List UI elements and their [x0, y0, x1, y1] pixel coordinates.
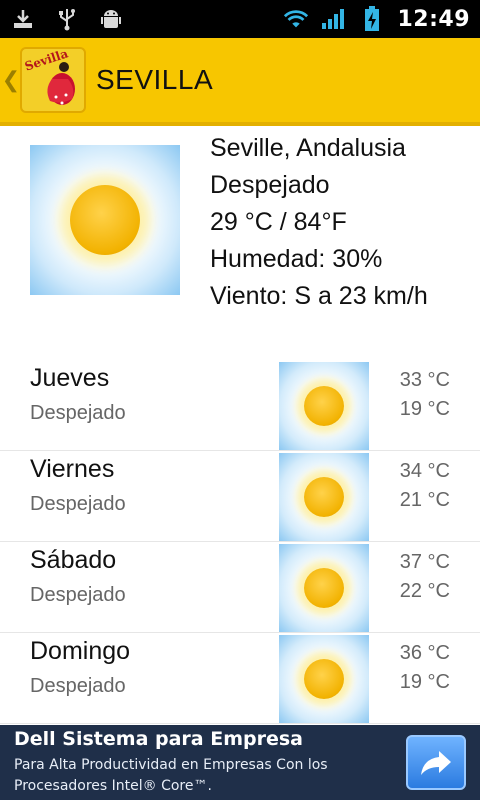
download-icon [10, 6, 36, 32]
forecast-day: Viernes [30, 455, 115, 483]
current-wind: Viento: S a 23 km/h [210, 282, 428, 310]
battery-charging-icon [359, 6, 385, 32]
forecast-low: 21 °C [399, 489, 450, 511]
forecast-temps: 33 °C 19 °C [400, 366, 450, 424]
current-details: Seville, Andalusia Despejado 29 °C / 84°… [210, 130, 475, 315]
forecast-low: 19 °C [399, 398, 450, 420]
forecast-condition: Despejado [30, 584, 126, 606]
sunny-icon [279, 362, 369, 450]
current-condition: Despejado [210, 171, 330, 199]
ad-title: Dell Sistema para Empresa [14, 728, 303, 750]
forecast-condition: Despejado [30, 402, 126, 424]
forecast-row[interactable]: Sábado Despejado 37 °C 22 °C [0, 542, 480, 633]
wifi-icon [283, 6, 309, 32]
signal-icon [321, 6, 347, 32]
status-right-icons: 12:49 [283, 6, 470, 32]
forecast-temps: 34 °C 21 °C [400, 457, 450, 515]
sunny-icon [279, 544, 369, 632]
forecast-day: Domingo [30, 637, 131, 665]
app-logo[interactable]: Sevilla [20, 47, 86, 113]
android-icon [98, 6, 124, 32]
forecast-high: 36 °C [399, 642, 450, 664]
share-arrow-icon[interactable] [406, 735, 466, 790]
forecast-condition: Despejado [30, 493, 126, 515]
forecast-row[interactable]: Viernes Despejado 34 °C 21 °C [0, 451, 480, 542]
forecast-low: 19 °C [399, 671, 450, 693]
forecast-high: 37 °C [399, 551, 450, 573]
current-location: Seville, Andalusia [210, 134, 406, 162]
forecast-low: 22 °C [399, 580, 450, 602]
forecast-day: Sábado [30, 546, 117, 574]
forecast-temps: 36 °C 19 °C [400, 639, 450, 697]
back-chevron-icon[interactable]: ❮ [2, 36, 20, 124]
current-humidity: Humedad: 30% [210, 245, 383, 273]
forecast-high: 33 °C [399, 369, 450, 391]
current-temperature: 29 °C / 84°F [210, 208, 347, 236]
sun-shape [70, 185, 140, 255]
status-bar: 12:49 [0, 0, 480, 38]
forecast-high: 34 °C [399, 460, 450, 482]
forecast-row[interactable]: Jueves Despejado 33 °C 19 °C [0, 360, 480, 451]
ad-banner[interactable]: Dell Sistema para Empresa Para Alta Prod… [0, 725, 480, 800]
forecast-list: Jueves Despejado 33 °C 19 °C Viernes Des… [0, 360, 480, 725]
current-weather: Seville, Andalusia Despejado 29 °C / 84°… [0, 126, 480, 338]
sunny-icon [30, 145, 180, 295]
sunny-icon [279, 453, 369, 541]
clock: 12:49 [397, 6, 470, 32]
forecast-condition: Despejado [30, 675, 126, 697]
sunny-icon [279, 635, 369, 723]
forecast-day: Jueves [30, 364, 110, 392]
app-header: ❮ Sevilla SEVILLA [0, 38, 480, 126]
forecast-temps: 37 °C 22 °C [400, 548, 450, 606]
forecast-row[interactable]: Domingo Despejado 36 °C 19 °C [0, 633, 480, 724]
app-title: SEVILLA [96, 64, 214, 95]
ad-text: Para Alta Productividad en Empresas Con … [14, 757, 328, 794]
usb-icon [54, 6, 80, 32]
status-left-icons [10, 6, 124, 32]
